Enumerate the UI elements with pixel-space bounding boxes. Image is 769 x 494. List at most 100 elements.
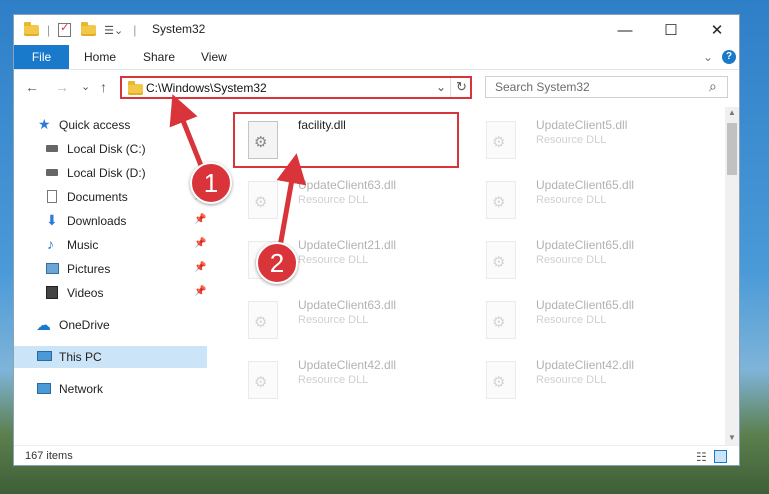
properties-icon[interactable]: ✓ bbox=[58, 22, 72, 37]
sidebar-item-label: Downloads bbox=[67, 214, 127, 228]
forward-button[interactable]: → bbox=[55, 79, 69, 95]
sidebar-item-documents[interactable]: Documents 📌 bbox=[14, 186, 207, 208]
minimize-button[interactable]: — bbox=[602, 15, 648, 45]
dll-file-icon bbox=[248, 361, 278, 399]
file-explorer-window: | ✓ ☰⌄ | System32 — ☐ ✕ File Home Share … bbox=[13, 14, 740, 466]
file-item[interactable]: UpdateClient42.dll Resource DLL bbox=[474, 355, 704, 405]
address-bar[interactable]: C:\Windows\System32 ⌄ ↻ bbox=[120, 76, 472, 99]
network-icon bbox=[37, 383, 51, 394]
pin-icon[interactable]: 📌 bbox=[194, 238, 206, 249]
file-type: Resource DLL bbox=[298, 194, 369, 206]
scrollbar-thumb[interactable] bbox=[727, 123, 737, 175]
sidebar-item-pictures[interactable]: Pictures 📌 bbox=[14, 258, 207, 280]
customize-toolbar-icon[interactable]: ☰⌄ bbox=[104, 24, 123, 37]
address-path: C:\Windows\System32 bbox=[146, 81, 267, 95]
navigation-bar: ← → ⌄ ↑ C:\Windows\System32 ⌄ ↻ Search S… bbox=[14, 71, 739, 103]
file-type: Resource DLL bbox=[536, 194, 607, 206]
tab-view[interactable]: View bbox=[201, 45, 227, 69]
dll-file-icon bbox=[248, 181, 278, 219]
dll-file-icon bbox=[248, 301, 278, 339]
pin-icon[interactable]: 📌 bbox=[194, 262, 206, 273]
highlight-box bbox=[233, 112, 459, 168]
scroll-down-icon[interactable]: ▼ bbox=[728, 433, 736, 442]
file-type: Resource DLL bbox=[298, 314, 369, 326]
sidebar-item-label: Documents bbox=[67, 190, 128, 204]
sidebar-item-label: Local Disk (D:) bbox=[67, 166, 146, 180]
downloads-icon: ⬇ bbox=[46, 212, 58, 228]
tab-file[interactable]: File bbox=[14, 45, 69, 69]
file-type: Resource DLL bbox=[536, 254, 607, 266]
file-item[interactable]: UpdateClient42.dll Resource DLL bbox=[236, 355, 466, 405]
file-item[interactable]: UpdateClient63.dll Resource DLL bbox=[236, 295, 466, 345]
drive-icon bbox=[46, 169, 58, 176]
refresh-icon[interactable]: ↻ bbox=[456, 79, 467, 95]
tab-home[interactable]: Home bbox=[84, 45, 116, 69]
file-item[interactable]: UpdateClient65.dll Resource DLL bbox=[474, 175, 704, 225]
toolbar-separator: | bbox=[47, 23, 51, 37]
sidebar-item-label: OneDrive bbox=[59, 318, 110, 332]
dll-file-icon bbox=[486, 241, 516, 279]
sidebar-item-videos[interactable]: Videos 📌 bbox=[14, 282, 207, 304]
vertical-scrollbar[interactable]: ▲ ▼ bbox=[725, 107, 739, 445]
help-wrap: ? bbox=[722, 45, 736, 69]
sidebar-item-onedrive[interactable]: ☁ OneDrive bbox=[14, 314, 207, 336]
folder-icon[interactable] bbox=[24, 21, 39, 36]
pc-icon bbox=[37, 351, 52, 361]
scroll-up-icon[interactable]: ▲ bbox=[728, 108, 736, 117]
file-name: UpdateClient42.dll bbox=[536, 358, 635, 372]
address-dropdown-icon[interactable]: ⌄ bbox=[436, 80, 446, 94]
expand-ribbon-icon[interactable]: ⌄ bbox=[703, 45, 713, 69]
documents-icon bbox=[47, 190, 57, 203]
file-name: UpdateClient63.dll bbox=[298, 178, 397, 192]
sidebar-item-label: Network bbox=[59, 382, 104, 396]
file-name: UpdateClient63.dll bbox=[298, 298, 397, 312]
up-button[interactable]: ↑ bbox=[100, 79, 107, 95]
quick-access-toolbar: | ✓ ☰⌄ | bbox=[24, 21, 136, 39]
file-type: Resource DLL bbox=[536, 134, 607, 146]
sidebar-item-label: This PC bbox=[59, 350, 102, 364]
star-icon: ★ bbox=[38, 116, 51, 132]
sidebar-item-this-pc[interactable]: This PC bbox=[14, 346, 207, 368]
large-icons-view-icon[interactable] bbox=[714, 450, 727, 463]
pin-icon[interactable]: 📌 bbox=[194, 214, 206, 225]
drive-icon bbox=[46, 145, 58, 152]
file-name: UpdateClient5.dll bbox=[536, 118, 628, 132]
window-title: System32 bbox=[152, 22, 206, 36]
file-name: UpdateClient65.dll bbox=[536, 178, 635, 192]
pictures-icon bbox=[46, 263, 59, 274]
sidebar-item-local-disk-c[interactable]: Local Disk (C:) bbox=[14, 138, 207, 160]
recent-locations-button[interactable]: ⌄ bbox=[81, 80, 90, 93]
dll-file-icon bbox=[486, 301, 516, 339]
tab-share[interactable]: Share bbox=[143, 45, 175, 69]
file-item[interactable]: UpdateClient5.dll Resource DLL bbox=[474, 115, 704, 165]
pin-icon[interactable]: 📌 bbox=[194, 286, 206, 297]
sidebar-item-local-disk-d[interactable]: Local Disk (D:) bbox=[14, 162, 207, 184]
search-icon[interactable]: ⌕ bbox=[709, 78, 717, 95]
sidebar-item-label: Local Disk (C:) bbox=[67, 142, 146, 156]
sidebar-item-label: Music bbox=[67, 238, 99, 252]
file-name: UpdateClient42.dll bbox=[298, 358, 397, 372]
sidebar-item-downloads[interactable]: ⬇ Downloads 📌 bbox=[14, 210, 207, 232]
file-item[interactable]: UpdateClient65.dll Resource DLL bbox=[474, 295, 704, 345]
videos-icon bbox=[46, 286, 58, 299]
file-item[interactable]: UpdateClient65.dll Resource DLL bbox=[474, 235, 704, 285]
back-button[interactable]: ← bbox=[25, 79, 39, 95]
details-view-icon[interactable]: ☷ bbox=[696, 450, 707, 464]
navigation-pane: ★ Quick access Local Disk (C:) Local Dis… bbox=[14, 107, 207, 445]
maximize-button[interactable]: ☐ bbox=[648, 15, 694, 45]
file-item[interactable]: UpdateClient63.dll Resource DLL bbox=[236, 175, 466, 225]
sidebar-item-network[interactable]: Network bbox=[14, 378, 207, 400]
file-type: Resource DLL bbox=[298, 254, 369, 266]
onedrive-icon: ☁ bbox=[36, 317, 51, 334]
close-button[interactable]: ✕ bbox=[694, 15, 739, 45]
search-input[interactable]: Search System32 ⌕ bbox=[485, 76, 728, 98]
sidebar-item-quick-access[interactable]: ★ Quick access bbox=[14, 114, 207, 136]
sidebar-item-music[interactable]: ♪ Music 📌 bbox=[14, 234, 207, 256]
ribbon-tabs: File Home Share View ⌄ ? bbox=[14, 45, 739, 70]
file-name: UpdateClient65.dll bbox=[536, 238, 635, 252]
item-count: 167 items bbox=[25, 450, 73, 462]
toolbar-separator: | bbox=[133, 23, 137, 37]
new-folder-icon[interactable] bbox=[81, 21, 97, 36]
sidebar-item-label: Videos bbox=[67, 286, 104, 300]
help-icon[interactable]: ? bbox=[722, 50, 736, 64]
